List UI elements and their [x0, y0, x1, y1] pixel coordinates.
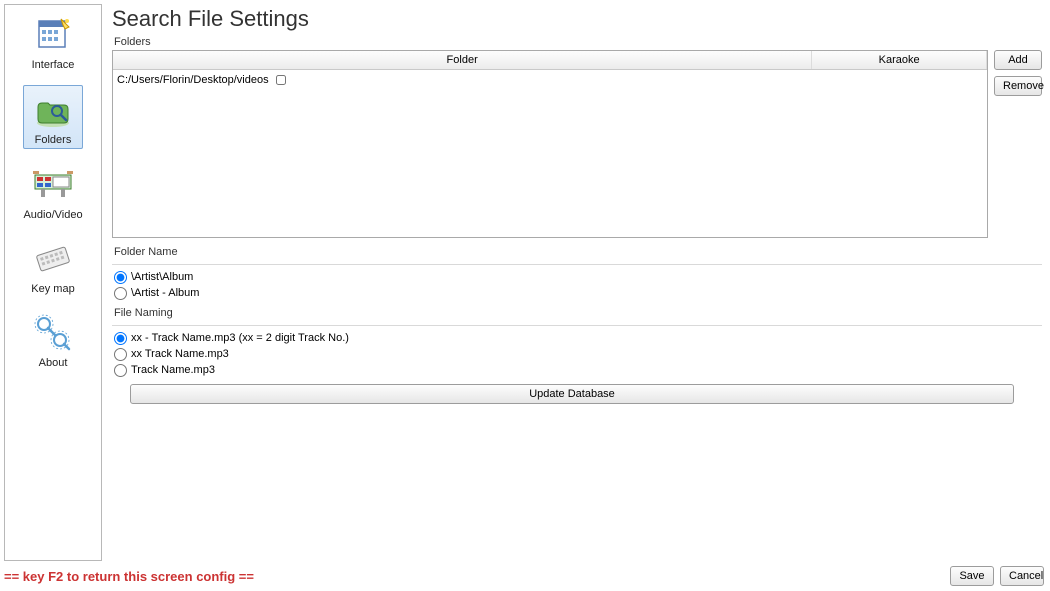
sidebar-item-folders[interactable]: Folders [23, 85, 83, 149]
folder-karaoke-checkbox[interactable] [276, 75, 286, 85]
update-database-button[interactable]: Update Database [130, 384, 1014, 404]
file-naming-option-label: Track Name.mp3 [131, 364, 215, 376]
sidebar-item-label: Key map [23, 283, 83, 295]
folder-name-option-label: \Artist - Album [131, 287, 199, 299]
sidebar-item-keymap[interactable]: Key map [23, 235, 83, 297]
file-naming-option-label: xx - Track Name.mp3 (xx = 2 digit Track … [131, 332, 349, 344]
sidebar-item-label: About [23, 357, 83, 369]
folders-col-karaoke[interactable]: Karaoke [812, 51, 987, 69]
remove-folder-button[interactable]: Remove [994, 76, 1042, 96]
file-naming-radio-1[interactable] [114, 332, 127, 345]
folder-name-radio-1[interactable] [114, 271, 127, 284]
about-icon [31, 311, 75, 355]
table-row[interactable]: C:/Users/Florin/Desktop/videos [113, 69, 987, 90]
file-naming-group-label: File Naming [114, 307, 1042, 319]
page-title: Search File Settings [112, 6, 1042, 32]
add-folder-button[interactable]: Add [994, 50, 1042, 70]
folder-name-option-label: \Artist\Album [131, 271, 193, 283]
footer-hint: == key F2 to return this screen config =… [4, 569, 254, 584]
folders-icon [31, 88, 75, 132]
sidebar-item-audio-video[interactable]: Audio/Video [23, 161, 83, 223]
sidebar-item-label: Folders [24, 134, 82, 146]
settings-sidebar: Interface Folders [4, 4, 102, 561]
sidebar-item-label: Interface [23, 59, 83, 71]
interface-icon [31, 13, 75, 57]
sidebar-item-interface[interactable]: Interface [23, 11, 83, 73]
keymap-icon [31, 237, 75, 281]
file-naming-radio-2[interactable] [114, 348, 127, 361]
file-naming-option-label: xx Track Name.mp3 [131, 348, 229, 360]
cancel-button[interactable]: Cancel [1000, 566, 1044, 586]
sidebar-item-label: Audio/Video [23, 209, 83, 221]
sidebar-item-about[interactable]: About [23, 309, 83, 371]
file-naming-radio-3[interactable] [114, 364, 127, 377]
folder-name-radio-2[interactable] [114, 287, 127, 300]
audio-video-icon [31, 163, 75, 207]
folder-path-cell: C:/Users/Florin/Desktop/videos [117, 73, 269, 85]
save-button[interactable]: Save [950, 566, 994, 586]
folders-group-label: Folders [114, 36, 1042, 48]
folders-col-folder[interactable]: Folder [113, 51, 812, 69]
folder-name-group-label: Folder Name [114, 246, 1042, 258]
folders-table[interactable]: Folder Karaoke C:/Users/Florin/Desktop/v… [112, 50, 988, 238]
